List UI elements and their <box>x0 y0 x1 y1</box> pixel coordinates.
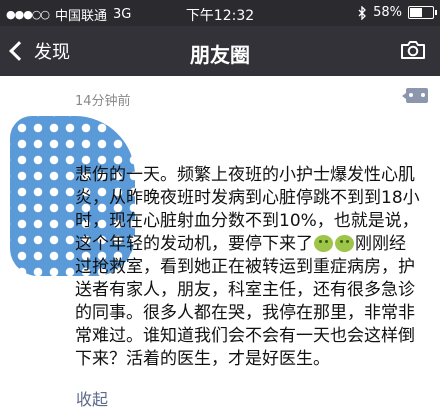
status-right: 58% <box>358 5 437 20</box>
post-text: 悲伤的一天。频繁上夜班的小护士爆发性心肌炎，从昨晚夜班时发病到心脏停跳不到到18… <box>75 164 420 371</box>
more-options-button[interactable] <box>402 88 428 103</box>
moments-feed: 14分钟前 悲伤的一天。频繁上夜班的小护士爆发性心肌炎，从昨晚夜班时发病到心脏停… <box>0 76 440 411</box>
battery-fill <box>410 8 422 17</box>
post-timestamp: 14分钟前 <box>75 94 131 109</box>
emoji-icon <box>335 235 354 252</box>
camera-icon[interactable] <box>400 40 426 60</box>
page-title: 朋友圈 <box>190 43 250 67</box>
collapse-link[interactable]: 收起 <box>76 386 108 410</box>
post-text-part-2: 刚刚经过抢救室，看到她正在被转运到重症病房，护送者有家人，朋友，科室主任，还有很… <box>75 234 415 369</box>
battery-percent: 58% <box>373 5 402 20</box>
emoji-icon <box>314 235 333 252</box>
status-bar: ●●●○○ 中国联通 3G 下午12:32 58% <box>0 0 440 26</box>
emoji-group <box>313 234 355 254</box>
battery-icon <box>408 6 437 19</box>
nav-bar: 发现 朋友圈 <box>0 26 440 76</box>
more-dots-icon <box>409 91 425 99</box>
bluetooth-icon <box>358 5 367 20</box>
